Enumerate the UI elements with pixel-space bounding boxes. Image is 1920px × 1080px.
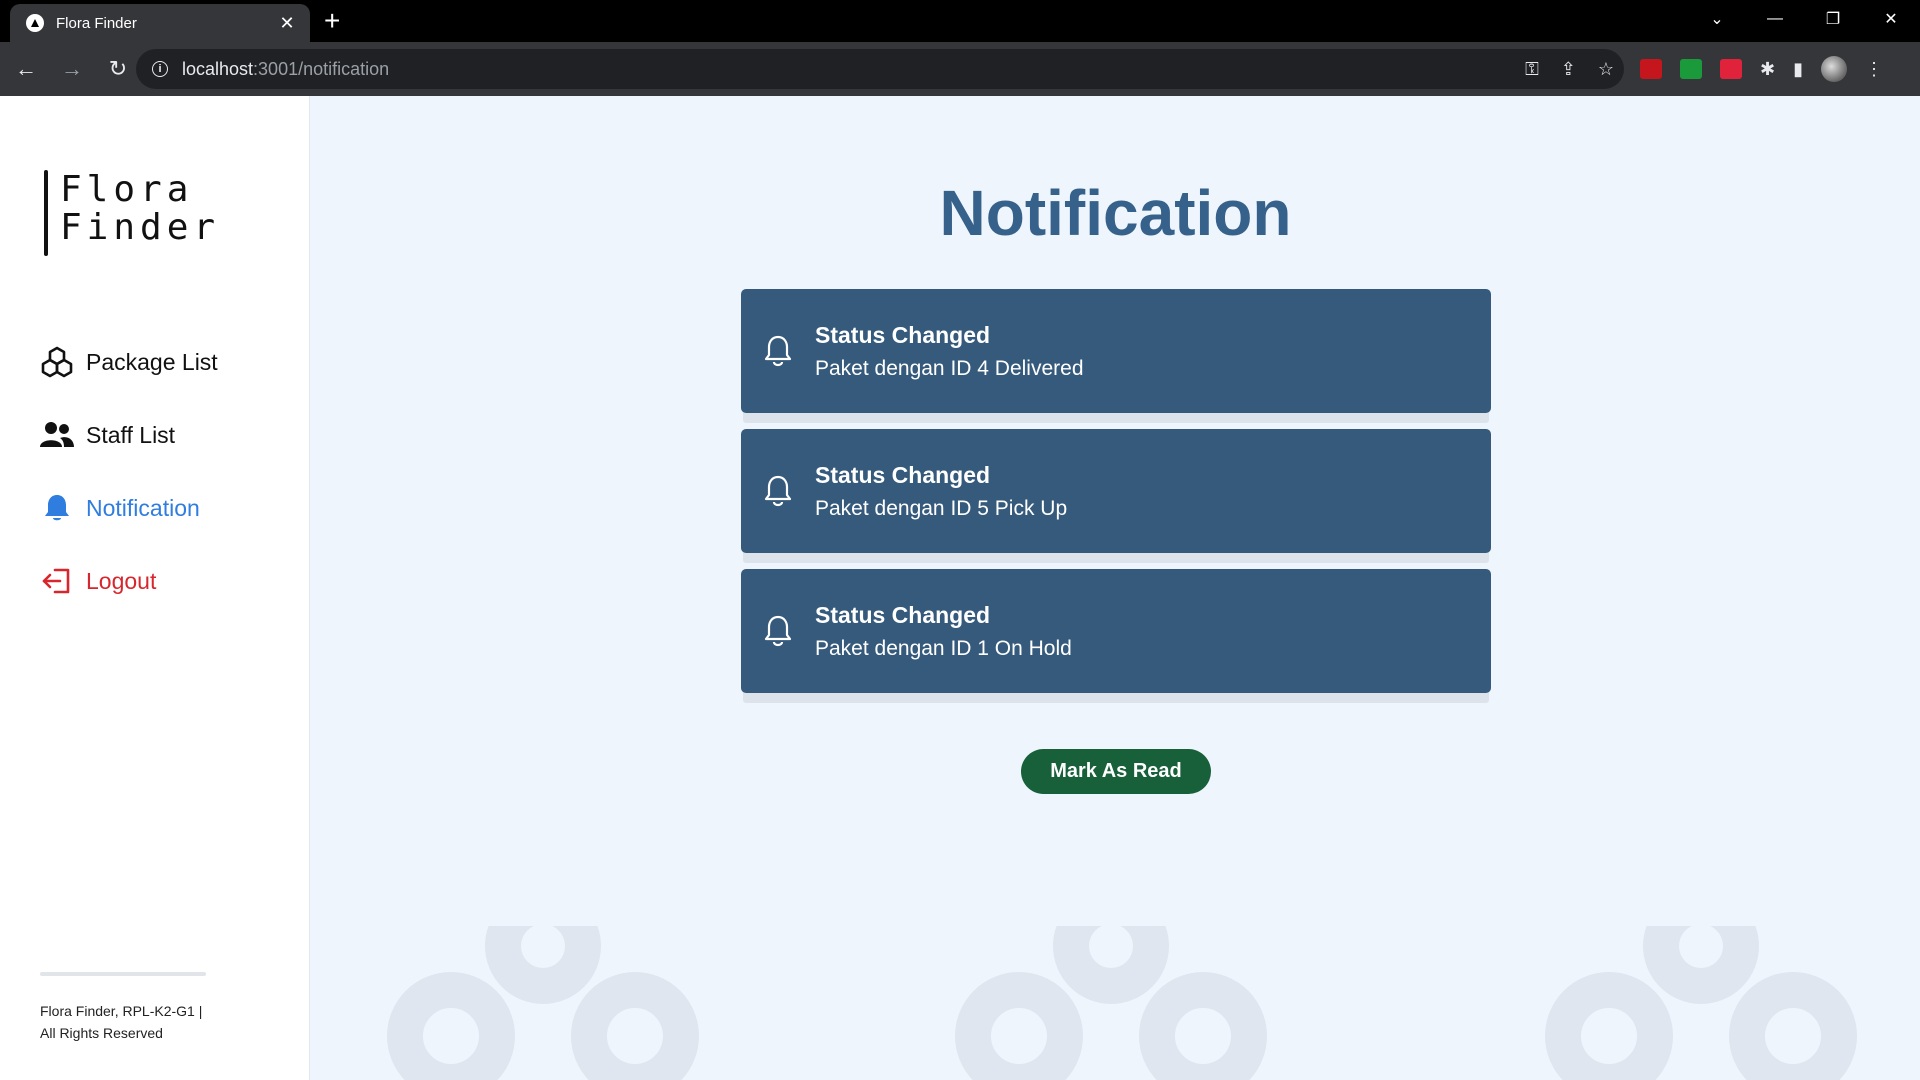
- notification-title: Status Changed: [815, 601, 991, 628]
- logo-line-1: Flora: [60, 169, 194, 210]
- url-path: :3001/notification: [253, 58, 390, 79]
- sidebar-item-logout[interactable]: Logout: [40, 561, 218, 601]
- notification-text: Status Changed Paket dengan ID 5 Pick Up: [815, 462, 1067, 521]
- extension-green-icon[interactable]: [1680, 59, 1702, 79]
- sidebar-item-label: Package List: [86, 348, 218, 375]
- notification-card[interactable]: Status Changed Paket dengan ID 4 Deliver…: [741, 289, 1491, 413]
- star-icon[interactable]: ☆: [1598, 59, 1614, 80]
- notification-title: Status Changed: [815, 321, 991, 348]
- bell-outline-icon: [764, 615, 792, 647]
- site-info-icon[interactable]: i: [152, 61, 168, 77]
- window-controls: ⌄ — ❐ ✕: [1688, 0, 1920, 38]
- reload-icon[interactable]: ↻: [98, 49, 138, 89]
- sidebar-item-staff-list[interactable]: Staff List: [40, 415, 218, 455]
- restore-icon[interactable]: ❐: [1804, 9, 1862, 29]
- share-icon[interactable]: ⇪: [1561, 59, 1576, 80]
- mark-as-read-button[interactable]: Mark As Read: [1021, 749, 1211, 794]
- sidebar-item-label: Notification: [86, 494, 200, 521]
- sidebar-item-label: Staff List: [86, 421, 176, 448]
- minimize-icon[interactable]: —: [1746, 10, 1804, 28]
- puzzle-icon[interactable]: ✱: [1760, 59, 1775, 80]
- close-window-icon[interactable]: ✕: [1862, 9, 1920, 29]
- page: Flora Finder Package List Staff List Not…: [0, 96, 1920, 1080]
- favicon-icon: [26, 14, 44, 32]
- browser-tab[interactable]: Flora Finder ✕: [10, 4, 310, 42]
- bell-outline-icon: [764, 335, 792, 367]
- extensions-area: ✱ ▮ ⋮: [1640, 49, 1883, 89]
- notification-card[interactable]: Status Changed Paket dengan ID 1 On Hold: [741, 569, 1491, 693]
- notification-body: Paket dengan ID 5 Pick Up: [815, 496, 1068, 520]
- flora-finder-logo[interactable]: Flora Finder: [44, 169, 215, 260]
- tab-search-icon[interactable]: ⌄: [1688, 9, 1746, 29]
- bell-outline-icon: [764, 475, 792, 507]
- menu-dots-icon[interactable]: ⋮: [1865, 59, 1883, 80]
- side-panel-icon[interactable]: ▮: [1793, 59, 1803, 80]
- footer-text: Flora Finder, RPL-K2-G1 | All Rights Res…: [40, 1000, 240, 1044]
- sidebar: Flora Finder Package List Staff List Not…: [0, 96, 310, 1080]
- main-content: Notification Status Changed Paket dengan…: [311, 96, 1920, 1080]
- logo-line-2: Finder: [60, 207, 221, 248]
- close-tab-icon[interactable]: ✕: [276, 13, 298, 34]
- extension-pink-icon[interactable]: [1720, 59, 1742, 79]
- notification-body: Paket dengan ID 4 Delivered: [815, 356, 1084, 380]
- tab-title: Flora Finder: [56, 14, 137, 32]
- bell-icon: [40, 491, 74, 525]
- forward-icon[interactable]: →: [52, 49, 92, 89]
- notification-body: Paket dengan ID 1 On Hold: [815, 636, 1072, 660]
- sidebar-item-notification[interactable]: Notification: [40, 488, 218, 528]
- page-title: Notification: [939, 177, 1292, 249]
- footer-line-2: All Rights Reserved: [40, 1025, 163, 1041]
- notification-text: Status Changed Paket dengan ID 1 On Hold: [815, 602, 1072, 661]
- new-tab-button[interactable]: +: [324, 6, 340, 36]
- url-text: localhost:3001/notification: [182, 59, 389, 80]
- notification-text: Status Changed Paket dengan ID 4 Deliver…: [815, 322, 1084, 381]
- address-bar-actions: ⚿ ⇪ ☆: [1525, 49, 1614, 89]
- notification-card[interactable]: Status Changed Paket dengan ID 5 Pick Up: [741, 429, 1491, 553]
- logout-icon: [40, 564, 74, 598]
- sidebar-menu: Package List Staff List Notification Log…: [40, 342, 218, 634]
- back-icon[interactable]: ←: [6, 49, 46, 89]
- browser-tabstrip: Flora Finder ✕ + ⌄ — ❐ ✕: [0, 0, 1920, 42]
- staff-icon: [40, 418, 74, 452]
- profile-avatar[interactable]: [1821, 56, 1847, 82]
- footer-line-1: Flora Finder, RPL-K2-G1 |: [40, 1003, 203, 1019]
- sidebar-item-label: Logout: [86, 567, 157, 594]
- key-icon[interactable]: ⚿: [1525, 59, 1539, 80]
- notification-title: Status Changed: [815, 461, 991, 488]
- notification-list: Status Changed Paket dengan ID 4 Deliver…: [741, 289, 1491, 709]
- footer-divider: [40, 972, 206, 976]
- address-bar[interactable]: i localhost:3001/notification ⚿ ⇪ ☆: [136, 49, 1624, 89]
- sidebar-item-package-list[interactable]: Package List: [40, 342, 218, 382]
- extension-red-icon[interactable]: [1640, 59, 1662, 79]
- logo-bar: [44, 170, 48, 256]
- package-icon: [40, 345, 74, 379]
- url-host: localhost: [182, 58, 254, 79]
- flower-background-decoration: [387, 926, 1857, 1080]
- browser-toolbar: ← → ↻ i localhost:3001/notification ⚿ ⇪ …: [0, 42, 1920, 96]
